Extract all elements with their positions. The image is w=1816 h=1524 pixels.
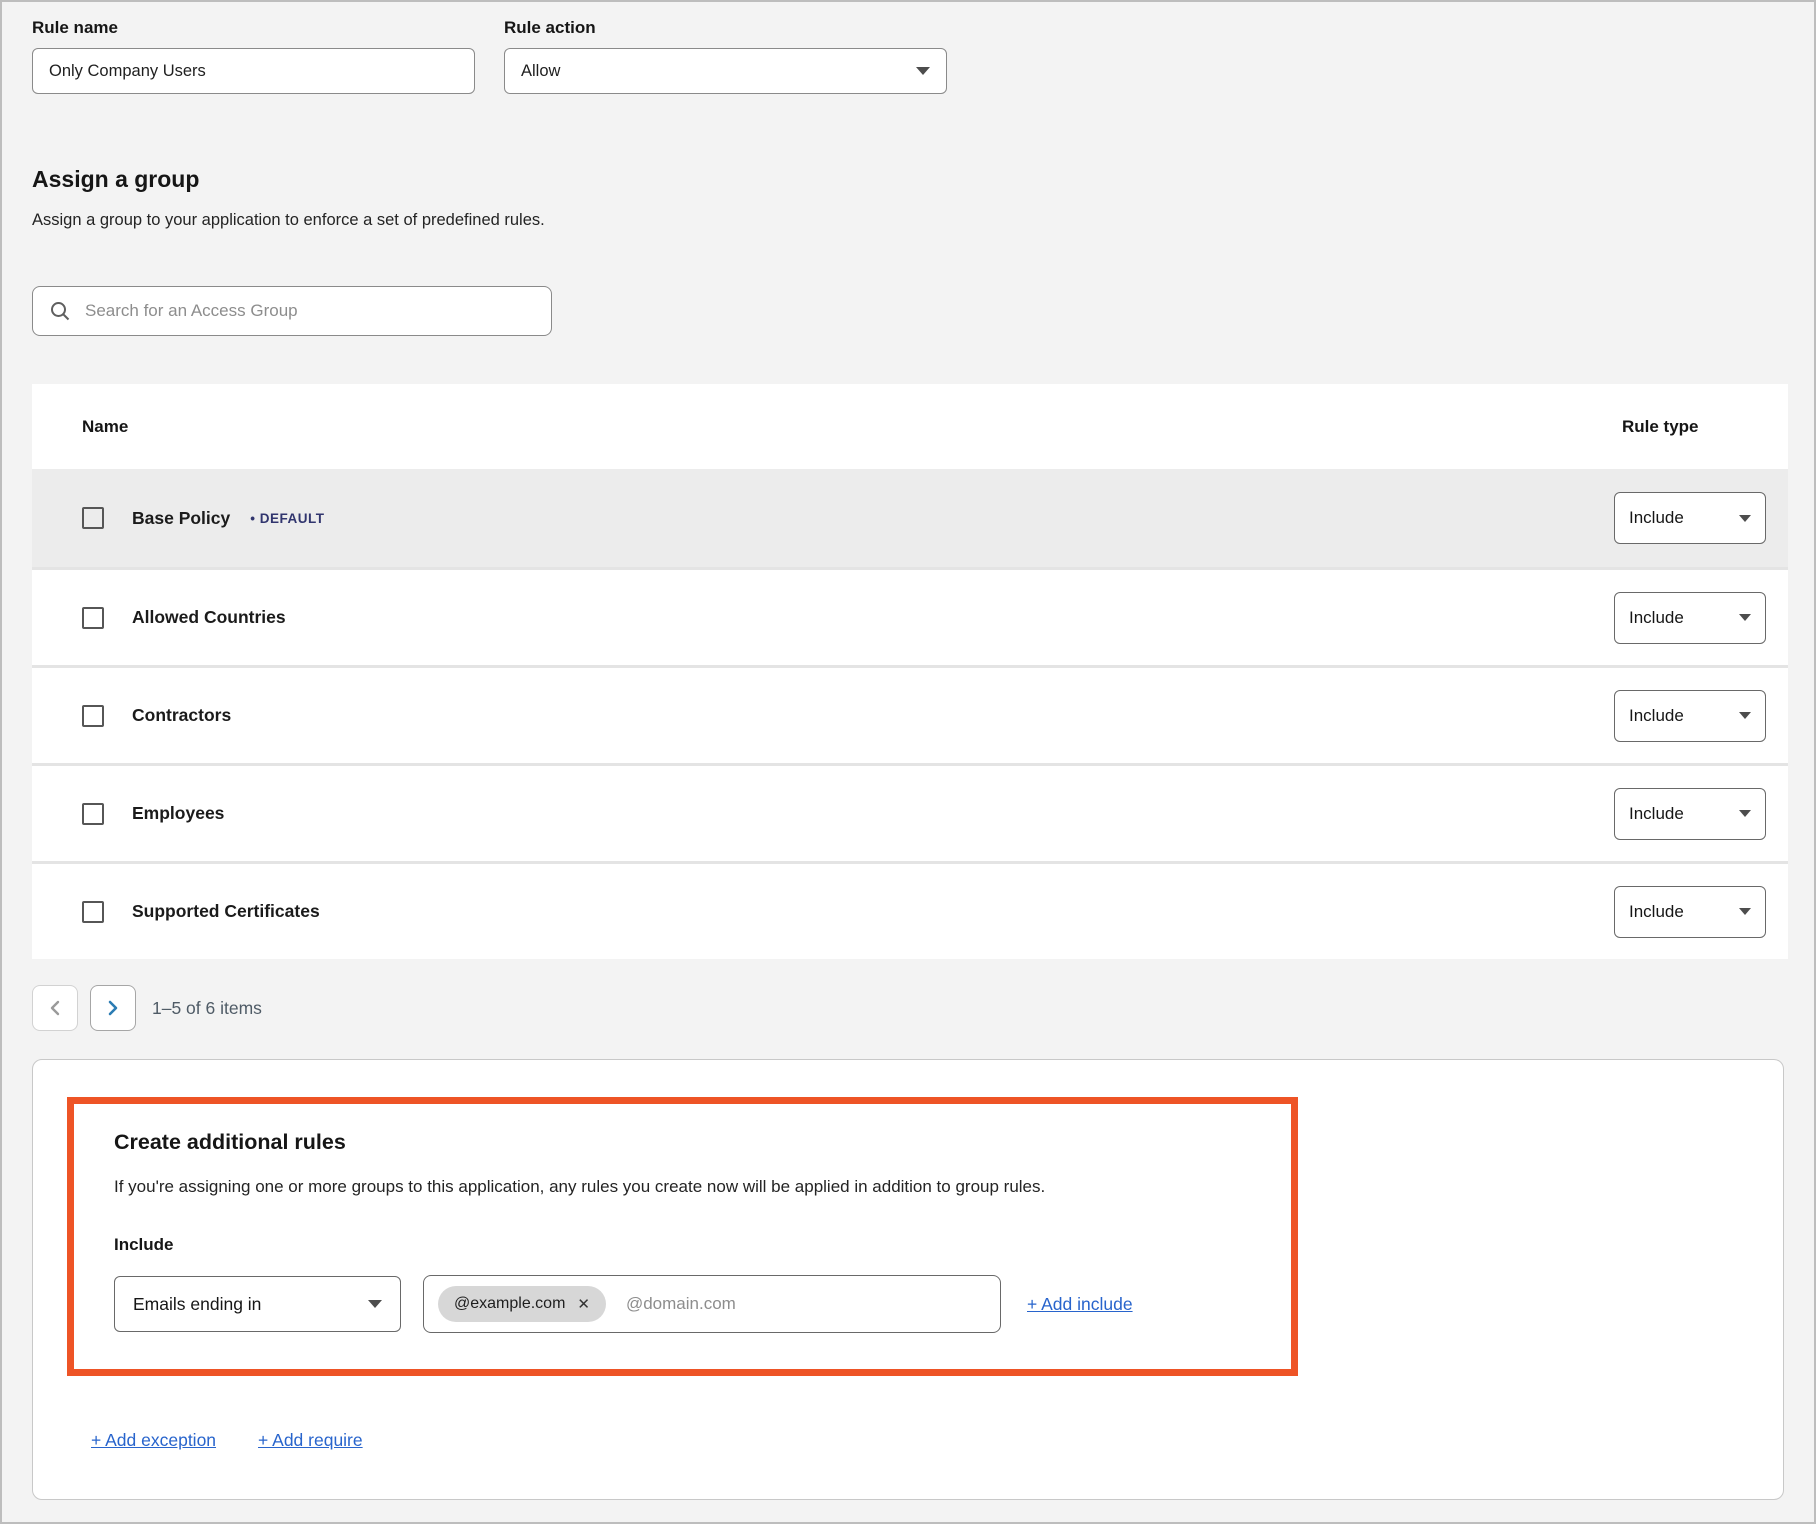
default-badge: • DEFAULT [250, 511, 324, 526]
access-group-table: Name Rule type Base Policy • DEFAULT Inc… [32, 384, 1788, 959]
rule-type-select[interactable]: Include [1614, 690, 1766, 742]
rule-action-select[interactable]: Allow [504, 48, 947, 94]
rule-type-select[interactable]: Include [1614, 492, 1766, 544]
column-header-name: Name [82, 417, 1614, 437]
next-page-button[interactable] [90, 985, 136, 1031]
search-placeholder: Search for an Access Group [85, 301, 298, 321]
add-exception-link[interactable]: + Add exception [91, 1430, 216, 1451]
chevron-down-icon [1739, 712, 1751, 719]
rule-form: Rule name Only Company Users Rule action… [32, 18, 1784, 94]
rule-name-value: Only Company Users [49, 62, 206, 81]
row-label: Base Policy [132, 508, 230, 529]
email-domain-placeholder: @domain.com [626, 1294, 736, 1314]
row-select-area: Allowed Countries [82, 607, 1614, 629]
row-checkbox[interactable] [82, 705, 104, 727]
row-checkbox[interactable] [82, 607, 104, 629]
rule-type-value: Include [1629, 902, 1684, 922]
create-additional-rules-heading: Create additional rules [114, 1130, 1251, 1155]
rule-type-value: Include [1629, 804, 1684, 824]
chevron-down-icon [1739, 515, 1751, 522]
row-select-area: Supported Certificates [82, 901, 1614, 923]
row-select-area: Employees [82, 803, 1614, 825]
access-group-search-input[interactable]: Search for an Access Group [32, 286, 552, 336]
chevron-down-icon [1739, 908, 1751, 915]
rule-type-select[interactable]: Include [1614, 788, 1766, 840]
row-select-area: Contractors [82, 705, 1614, 727]
add-include-link[interactable]: + Add include [1027, 1294, 1133, 1315]
table-row: Supported Certificates Include [32, 861, 1788, 959]
chevron-down-icon [916, 67, 930, 75]
assign-group-heading: Assign a group [32, 166, 1784, 193]
footer-links: + Add exception + Add require [91, 1430, 1783, 1451]
create-additional-rules-description: If you're assigning one or more groups t… [114, 1177, 1251, 1197]
condition-value: Emails ending in [133, 1294, 261, 1315]
row-label: Allowed Countries [132, 607, 286, 628]
pagination-status: 1–5 of 6 items [152, 998, 262, 1019]
rule-type-select[interactable]: Include [1614, 886, 1766, 938]
previous-page-button[interactable] [32, 985, 78, 1031]
rule-editor-page: Rule name Only Company Users Rule action… [0, 0, 1816, 1524]
row-label: Supported Certificates [132, 901, 320, 922]
add-require-link[interactable]: + Add require [258, 1430, 363, 1451]
row-checkbox[interactable] [82, 803, 104, 825]
rule-action-value: Allow [521, 62, 560, 81]
email-domain-chip: @example.com ✕ [438, 1286, 606, 1322]
create-additional-rules-highlight: Create additional rules If you're assign… [67, 1097, 1298, 1376]
column-header-rule-type: Rule type [1614, 417, 1788, 437]
chevron-down-icon [368, 1300, 382, 1308]
table-header: Name Rule type [32, 384, 1788, 469]
chevron-down-icon [1739, 614, 1751, 621]
rule-name-field: Rule name Only Company Users [32, 18, 475, 94]
row-label: Employees [132, 803, 224, 824]
assign-group-description: Assign a group to your application to en… [32, 211, 1784, 230]
rule-type-value: Include [1629, 608, 1684, 628]
rule-type-value: Include [1629, 706, 1684, 726]
table-row: Base Policy • DEFAULT Include [32, 469, 1788, 567]
chevron-down-icon [1739, 810, 1751, 817]
row-checkbox[interactable] [82, 507, 104, 529]
email-domain-input[interactable]: @example.com ✕ @domain.com [423, 1275, 1001, 1333]
row-checkbox[interactable] [82, 901, 104, 923]
rule-type-value: Include [1629, 508, 1684, 528]
table-row: Contractors Include [32, 665, 1788, 763]
include-section-label: Include [114, 1235, 1251, 1255]
close-icon[interactable]: ✕ [577, 1297, 590, 1312]
row-label: Contractors [132, 705, 231, 726]
row-select-area: Base Policy • DEFAULT [82, 507, 1614, 529]
additional-rules-card: Create additional rules If you're assign… [32, 1059, 1784, 1500]
include-rule-row: Emails ending in @example.com ✕ @domain.… [114, 1275, 1251, 1333]
chip-label: @example.com [454, 1295, 565, 1313]
rule-name-label: Rule name [32, 18, 475, 38]
pagination: 1–5 of 6 items [32, 985, 1784, 1031]
group-table-body: Base Policy • DEFAULT Include Allowed Co… [32, 469, 1788, 959]
search-icon [49, 300, 71, 322]
condition-select[interactable]: Emails ending in [114, 1276, 401, 1332]
table-row: Employees Include [32, 763, 1788, 861]
rule-action-field: Rule action Allow [504, 18, 947, 94]
table-row: Allowed Countries Include [32, 567, 1788, 665]
rule-name-input[interactable]: Only Company Users [32, 48, 475, 94]
rule-action-label: Rule action [504, 18, 947, 38]
rule-type-select[interactable]: Include [1614, 592, 1766, 644]
